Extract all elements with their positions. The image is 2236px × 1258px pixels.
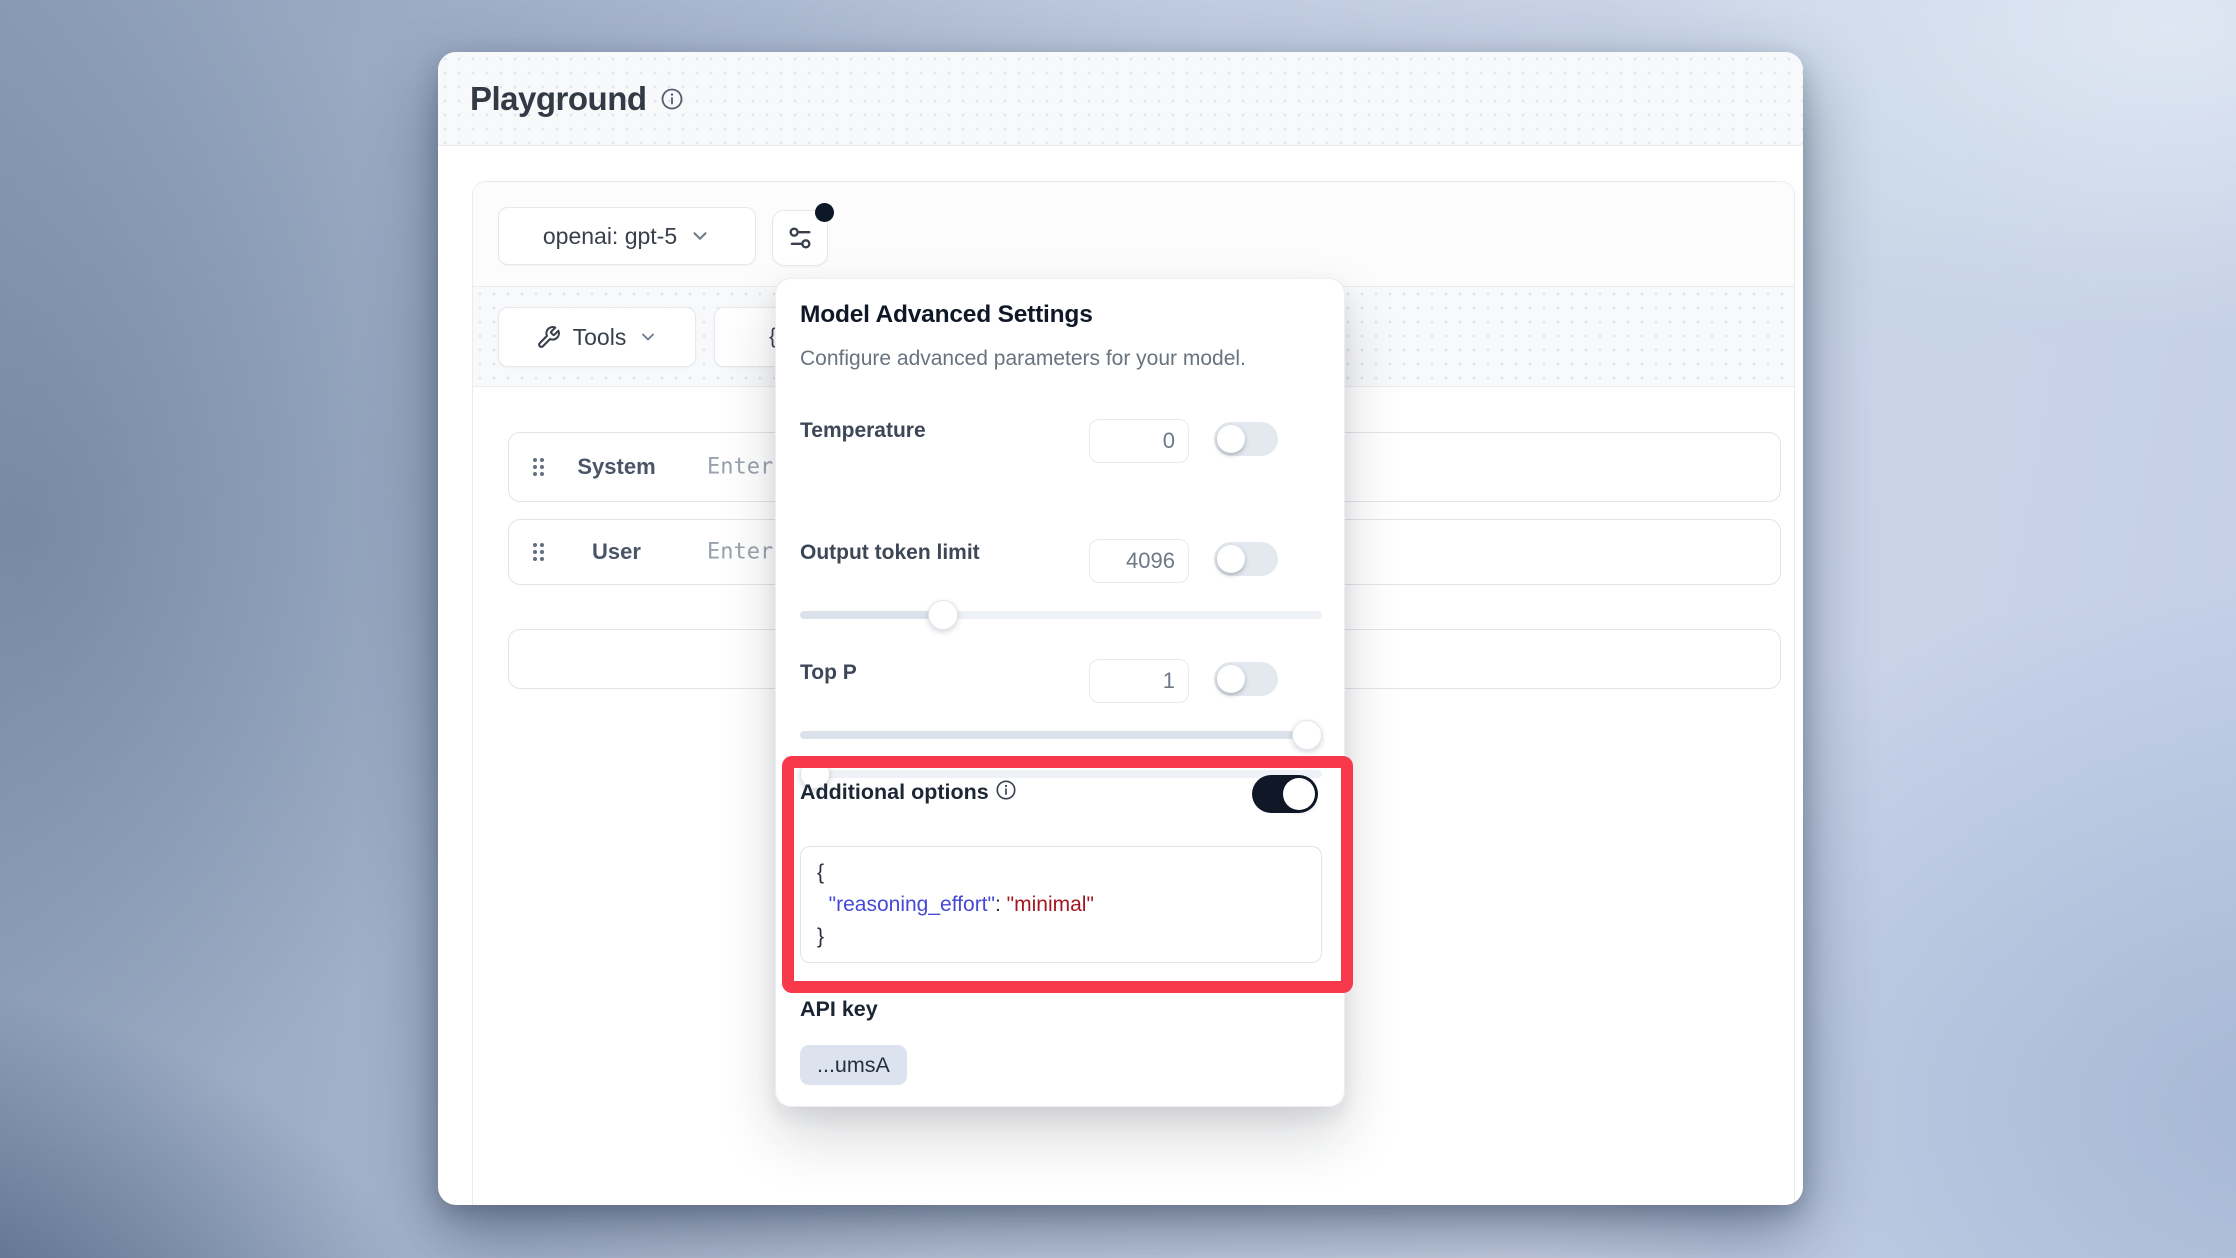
wrench-icon: [536, 325, 561, 350]
temperature-label: Temperature: [800, 419, 926, 443]
sliders-icon: [786, 224, 814, 252]
additional-options-json-editor[interactable]: { "reasoning_effort": "minimal" }: [800, 846, 1322, 963]
temperature-value: 0: [1163, 428, 1175, 454]
output-token-limit-toggle[interactable]: [1214, 542, 1278, 576]
code-value: "minimal": [1007, 893, 1094, 916]
chevron-down-icon: [638, 327, 658, 347]
tools-button-label: Tools: [573, 324, 627, 351]
additional-options-toggle[interactable]: [1252, 775, 1318, 813]
toggle-knob: [1217, 425, 1245, 453]
settings-badge-dot: [815, 203, 834, 222]
code-brace-open: {: [817, 861, 824, 884]
toggle-knob: [1283, 778, 1315, 810]
top-p-toggle[interactable]: [1214, 662, 1278, 696]
drag-handle-icon[interactable]: [531, 541, 546, 563]
message-input[interactable]: Enter: [707, 540, 773, 565]
model-selector[interactable]: openai: gpt-5: [498, 207, 756, 265]
toggle-knob: [1217, 665, 1245, 693]
api-key-label: API key: [800, 997, 878, 1022]
page-title: Playground: [470, 80, 647, 118]
model-advanced-settings-popover: Model Advanced Settings Configure advanc…: [775, 278, 1345, 1107]
desktop-background: Playground openai: gpt-5: [0, 0, 2236, 1258]
message-role-label[interactable]: User: [559, 539, 674, 565]
model-selector-label: openai: gpt-5: [543, 223, 677, 250]
temperature-toggle[interactable]: [1214, 422, 1278, 456]
code-brace-close: }: [817, 925, 824, 948]
tools-button[interactable]: Tools: [498, 307, 696, 367]
api-key-value: ...umsA: [817, 1053, 890, 1078]
model-advanced-settings-button[interactable]: [772, 210, 828, 266]
slider-fill: [800, 611, 936, 619]
temperature-input[interactable]: 0: [1089, 419, 1189, 463]
message-role-label[interactable]: System: [559, 454, 674, 480]
model-toolbar: openai: gpt-5: [473, 182, 1794, 287]
top-p-input[interactable]: 1: [1089, 659, 1189, 703]
additional-options-label: Additional options: [800, 780, 989, 805]
top-p-slider[interactable]: [800, 720, 1322, 750]
window-header: Playground: [438, 52, 1803, 146]
output-token-limit-slider[interactable]: [800, 600, 1322, 630]
drag-handle-icon[interactable]: [531, 456, 546, 478]
toggle-knob: [1217, 545, 1245, 573]
chevron-down-icon: [689, 225, 711, 247]
slider-thumb[interactable]: [1292, 720, 1322, 750]
slider-fill: [800, 731, 1322, 739]
info-icon[interactable]: [995, 779, 1017, 801]
info-icon[interactable]: [660, 87, 684, 111]
popover-title: Model Advanced Settings: [800, 301, 1093, 329]
slider-thumb[interactable]: [928, 600, 958, 630]
api-key-badge[interactable]: ...umsA: [800, 1045, 907, 1085]
output-token-limit-value: 4096: [1126, 548, 1175, 574]
top-p-value: 1: [1163, 668, 1175, 694]
output-token-limit-input[interactable]: 4096: [1089, 539, 1189, 583]
message-input[interactable]: Enter: [707, 455, 773, 480]
top-p-label: Top P: [800, 661, 857, 685]
popover-subtitle: Configure advanced parameters for your m…: [800, 347, 1246, 371]
code-indent: [817, 893, 829, 916]
additional-options-header: Additional options: [800, 773, 1322, 817]
code-separator: :: [995, 893, 1007, 916]
code-key: "reasoning_effort": [829, 893, 995, 916]
output-token-limit-label: Output token limit: [800, 541, 980, 565]
